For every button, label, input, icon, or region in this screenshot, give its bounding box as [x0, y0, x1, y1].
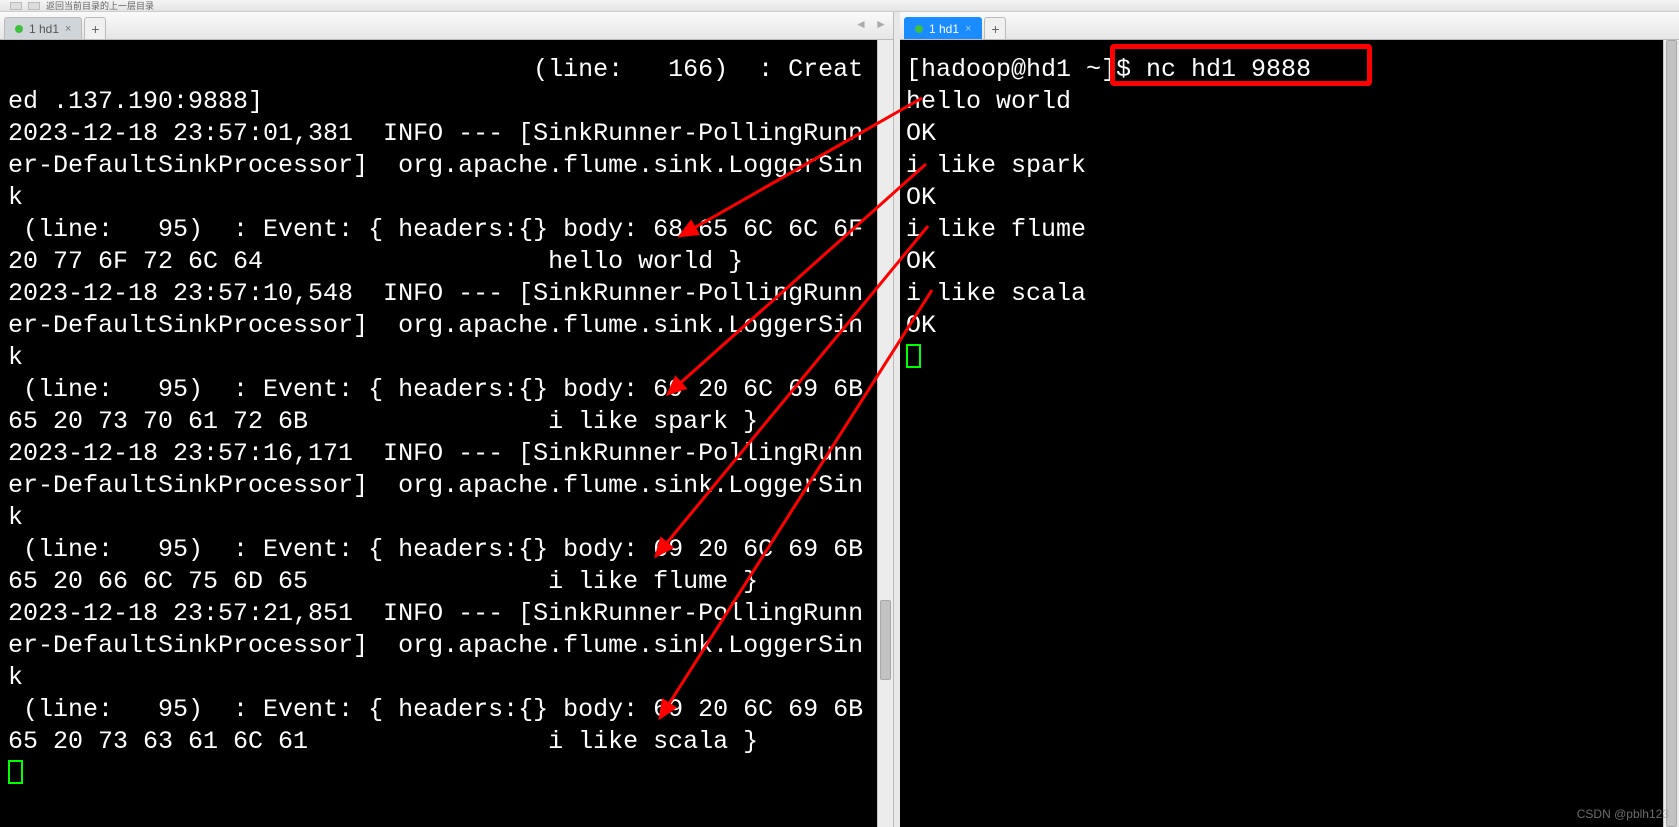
new-tab-button[interactable]: +	[984, 17, 1006, 39]
connection-dot-icon	[915, 25, 923, 33]
app-toolbar: 返回当前目录的上一层目录	[0, 0, 1679, 12]
left-scrollbar[interactable]	[877, 40, 893, 827]
connection-dot-icon	[15, 25, 23, 33]
left-tab-bar: 1 hd1 × + ◄ ►	[0, 12, 893, 40]
left-tab-hd1[interactable]: 1 hd1 ×	[4, 17, 82, 39]
cursor-icon	[906, 344, 921, 368]
scroll-thumb[interactable]	[1666, 40, 1677, 827]
tab-label: 1 hd1	[29, 22, 59, 36]
right-terminal[interactable]: [hadoop@hd1 ~]$ nc hd1 9888 hello world …	[900, 40, 1679, 827]
new-tab-button[interactable]: +	[84, 17, 106, 39]
tab-prev-icon[interactable]: ◄	[853, 16, 869, 32]
tab-label: 1 hd1	[929, 22, 959, 36]
toolbar-button[interactable]	[10, 2, 22, 10]
right-tab-bar: 1 hd1 × +	[900, 12, 1679, 40]
right-terminal-output: [hadoop@hd1 ~]$ nc hd1 9888 hello world …	[900, 40, 1679, 384]
scroll-thumb[interactable]	[880, 600, 891, 680]
tab-next-icon[interactable]: ►	[873, 16, 889, 32]
cursor-icon	[8, 760, 23, 784]
right-tab-hd1[interactable]: 1 hd1 ×	[904, 17, 982, 39]
right-pane: 1 hd1 × + [hadoop@hd1 ~]$ nc hd1 9888 he…	[900, 12, 1679, 827]
close-icon[interactable]: ×	[65, 23, 71, 35]
toolbar-button[interactable]	[28, 2, 40, 10]
close-icon[interactable]: ×	[965, 23, 971, 35]
toolbar-hint: 返回当前目录的上一层目录	[46, 0, 154, 12]
left-terminal[interactable]: (line: 166) : Created .137.190:9888] 202…	[0, 40, 893, 827]
right-scrollbar[interactable]	[1663, 40, 1679, 827]
left-pane: 1 hd1 × + ◄ ► (line: 166) : Created .137…	[0, 12, 894, 827]
watermark: CSDN @pblh123	[1577, 807, 1669, 821]
left-terminal-output: (line: 166) : Created .137.190:9888] 202…	[0, 40, 893, 800]
tab-nav: ◄ ►	[853, 16, 889, 32]
